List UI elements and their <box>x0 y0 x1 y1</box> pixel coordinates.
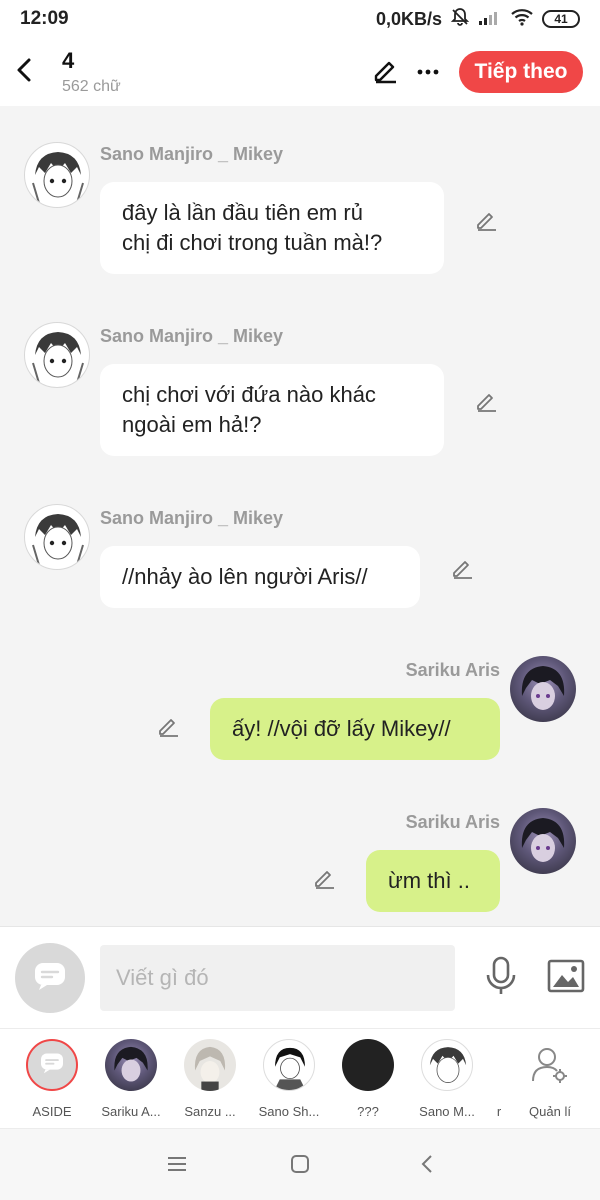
character-partial[interactable]: r <box>488 1039 510 1119</box>
battery-indicator: 41 <box>542 10 580 28</box>
network-speed: 0,0KB/s <box>375 8 442 29</box>
avatar <box>342 1039 394 1091</box>
status-bar: 12:09 0,0KB/s 41 <box>0 0 600 38</box>
bell-off-icon <box>450 7 470 32</box>
edit-button[interactable] <box>365 51 407 93</box>
composer <box>0 926 600 1028</box>
avatar <box>263 1039 315 1091</box>
character-sariku-aris[interactable]: Sariku A... <box>91 1039 171 1119</box>
user-settings-icon <box>524 1039 576 1091</box>
character-label: Quản lí <box>529 1104 571 1119</box>
avatar-aris[interactable] <box>510 808 576 874</box>
image-button[interactable] <box>543 955 589 1001</box>
message-1: Sano Manjiro _ Mikey đây là lần đầu tiên… <box>0 106 600 286</box>
avatar-aris[interactable] <box>510 656 576 722</box>
pencil-icon <box>474 208 498 237</box>
pencil-icon <box>312 866 336 895</box>
edit-message-button[interactable] <box>310 866 338 894</box>
page-title: 4 <box>62 48 75 73</box>
pencil-icon <box>450 556 474 585</box>
character-label: Sano M... <box>419 1104 475 1119</box>
chat-area[interactable]: Sano Manjiro _ Mikey đây là lần đầu tiên… <box>0 106 600 926</box>
more-button[interactable] <box>407 51 449 93</box>
menu-icon <box>166 1155 188 1178</box>
message-input[interactable] <box>100 945 455 1011</box>
aside-toggle-button[interactable] <box>15 943 85 1013</box>
character-label: Sariku A... <box>101 1104 161 1119</box>
character-bar: ASIDE Sariku A... Sanzu ... Sano Sh... ?… <box>0 1028 600 1128</box>
edit-message-button[interactable] <box>472 389 500 417</box>
sender-name: Sano Manjiro _ Mikey <box>100 508 284 528</box>
character-unknown[interactable]: ??? <box>328 1039 408 1119</box>
message-4: Sariku Aris ấy! //vội đỡ lấy Mikey// <box>0 618 600 768</box>
avatar-mikey[interactable] <box>24 322 90 388</box>
message-icon <box>33 961 67 996</box>
manage-characters-button[interactable]: Quản lí <box>510 1039 590 1119</box>
character-label: ASIDE <box>32 1104 72 1119</box>
message-bubble[interactable]: ừm thì .. <box>366 850 500 912</box>
message-2: Sano Manjiro _ Mikey chị chơi với đứa nà… <box>0 286 600 468</box>
character-aside[interactable]: ASIDE <box>12 1039 92 1119</box>
next-button[interactable]: Tiếp theo <box>459 51 583 93</box>
signal-icon <box>478 8 502 31</box>
character-label: Sano Sh... <box>258 1104 320 1119</box>
edit-icon <box>372 56 400 89</box>
edit-message-button[interactable] <box>448 556 476 584</box>
voice-button[interactable] <box>478 955 524 1001</box>
sender-name: Sano Manjiro _ Mikey <box>100 144 284 164</box>
back-arrow-icon <box>14 57 36 88</box>
sender-name: Sariku Aris <box>405 660 500 680</box>
pencil-icon <box>474 389 498 418</box>
avatar <box>184 1039 236 1091</box>
back-button[interactable] <box>0 38 50 106</box>
character-label: Sanzu ... <box>184 1104 236 1119</box>
wifi-icon <box>510 8 534 31</box>
message-bubble[interactable]: chị chơi với đứa nào khác ngoài em hả!? <box>100 364 444 456</box>
title-block: 4 562 chữ <box>50 48 365 96</box>
nav-back-button[interactable] <box>412 1151 442 1181</box>
character-sano-m[interactable]: Sano M... <box>407 1039 487 1119</box>
sender-name: Sariku Aris <box>405 812 500 832</box>
avatar <box>421 1039 473 1091</box>
home-button[interactable] <box>285 1151 315 1181</box>
mic-icon <box>484 956 518 1001</box>
message-bubble[interactable]: ấy! //vội đỡ lấy Mikey// <box>210 698 500 760</box>
avatar-mikey[interactable] <box>24 504 90 570</box>
menu-button[interactable] <box>162 1151 192 1181</box>
message-5: Sariku Aris ừm thì .. <box>0 768 600 918</box>
more-icon <box>416 63 440 81</box>
edit-message-button[interactable] <box>154 714 182 742</box>
system-navbar <box>0 1128 600 1200</box>
character-label: ??? <box>357 1104 379 1119</box>
message-icon <box>39 1052 65 1079</box>
edit-message-button[interactable] <box>472 208 500 236</box>
word-count: 562 chữ <box>62 78 121 95</box>
message-bubble[interactable]: //nhảy ào lên người Aris// <box>100 546 420 608</box>
avatar-mikey[interactable] <box>24 142 90 208</box>
message-bubble[interactable]: đây là lần đầu tiên em rủ chị đi chơi tr… <box>100 182 444 274</box>
avatar <box>105 1039 157 1091</box>
character-label: r <box>496 1104 502 1119</box>
pencil-icon <box>156 714 180 743</box>
sender-name: Sano Manjiro _ Mikey <box>100 326 284 346</box>
home-icon <box>289 1153 311 1180</box>
status-time: 12:09 <box>20 8 69 29</box>
aside-avatar <box>26 1039 78 1091</box>
image-icon <box>547 959 585 998</box>
header: 4 562 chữ Tiếp theo <box>0 38 600 106</box>
character-sano-sh[interactable]: Sano Sh... <box>249 1039 329 1119</box>
message-3: Sano Manjiro _ Mikey //nhảy ào lên người… <box>0 468 600 618</box>
character-sanzu[interactable]: Sanzu ... <box>170 1039 250 1119</box>
nav-back-icon <box>418 1153 436 1180</box>
